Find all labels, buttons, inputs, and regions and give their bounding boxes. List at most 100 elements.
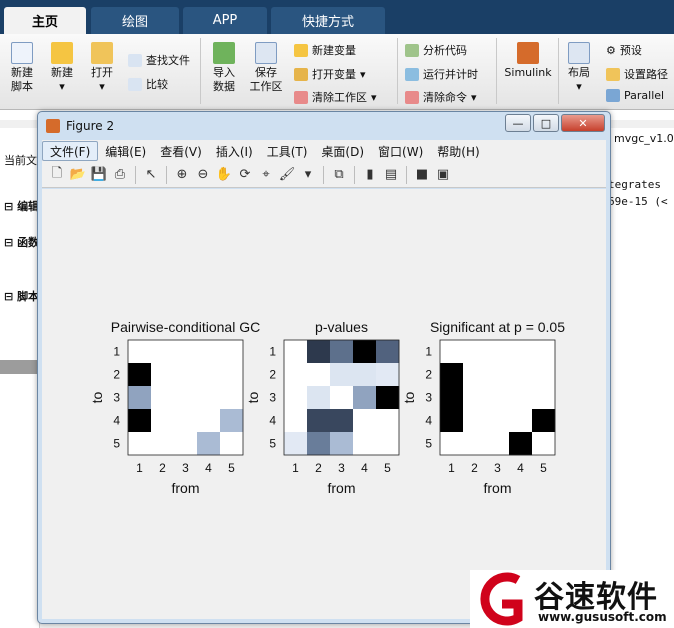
run-and-time-button[interactable]: 运行并计时 xyxy=(405,66,478,82)
minimize-button[interactable]: — xyxy=(505,114,531,132)
y-tick-label: 4 xyxy=(113,414,120,428)
compare-button[interactable]: 比较 xyxy=(128,76,168,92)
heatmap-cell xyxy=(284,432,308,456)
menu-window[interactable]: 窗口(W) xyxy=(371,141,430,161)
tab-shortcuts[interactable]: 快捷方式 xyxy=(271,7,385,34)
menu-help[interactable]: 帮助(H) xyxy=(430,141,486,161)
preferences-button[interactable]: ⚙ 预设 xyxy=(606,42,642,58)
collapse-icon: ⊟ xyxy=(4,200,14,213)
colorbar-icon[interactable]: ▮ xyxy=(361,166,379,184)
brush-icon[interactable]: 🖌 xyxy=(278,166,296,184)
figure-window: Figure 2 — □ ✕ 文件(F) 编辑(E) 查看(V) 插入(I) 工… xyxy=(37,111,611,624)
heatmap-cell xyxy=(330,363,354,387)
rotate-3d-icon[interactable]: ⟳ xyxy=(236,166,254,184)
heatmap-2: p-values 1 2 3 4 5 1 2 3 4 5 from to xyxy=(245,319,400,496)
heatmap-cell xyxy=(376,363,400,387)
scrollbar-thumb[interactable] xyxy=(0,360,40,374)
hide-plot-tools-icon[interactable]: ■ xyxy=(413,166,431,184)
maximize-button[interactable]: □ xyxy=(533,114,559,132)
x-tick-label: 2 xyxy=(315,461,322,475)
open-button[interactable]: 打开 ▾ xyxy=(86,42,118,94)
x-tick-label: 4 xyxy=(361,461,368,475)
clear-workspace-button[interactable]: 清除工作区 ▾ xyxy=(294,89,377,105)
heatmap-cell xyxy=(197,409,221,433)
heatmap-cell xyxy=(486,386,510,410)
open-variable-button[interactable]: 打开变量 ▾ xyxy=(294,66,366,82)
heatmap-cell xyxy=(509,432,533,456)
data-cursor-icon[interactable]: ⌖ xyxy=(257,166,275,184)
heatmap-cell xyxy=(307,409,331,433)
new-script-button[interactable]: 新建 脚本 xyxy=(6,42,38,94)
zoom-in-icon[interactable]: ⊕ xyxy=(173,166,191,184)
layout-button[interactable]: 布局 ▾ xyxy=(563,42,595,94)
menu-tools[interactable]: 工具(T) xyxy=(260,141,315,161)
matlab-icon xyxy=(46,119,60,133)
chevron-down-icon: ▾ xyxy=(59,80,65,93)
heatmap-cell xyxy=(330,340,354,364)
menu-desktop[interactable]: 桌面(D) xyxy=(314,141,371,161)
find-files-button[interactable]: 查找文件 xyxy=(128,52,190,68)
clear-commands-button[interactable]: 清除命令 ▾ xyxy=(405,89,477,105)
chevron-down-icon[interactable]: ▾ xyxy=(299,166,317,184)
heatmap-cell xyxy=(151,340,175,364)
toolbar-divider xyxy=(354,165,355,184)
heatmap-cell xyxy=(220,432,244,456)
analyze-code-button[interactable]: 分析代码 xyxy=(405,42,467,58)
save-icon[interactable]: 💾 xyxy=(90,166,108,184)
heatmap-cell xyxy=(376,409,400,433)
heatmap-cell xyxy=(463,363,487,387)
new-button[interactable]: 新建 ▾ xyxy=(46,42,78,94)
x-tick-label: 5 xyxy=(384,461,391,475)
save-workspace-button[interactable]: 保存 工作区 xyxy=(246,42,286,94)
heatmap-cell xyxy=(486,409,510,433)
set-path-button[interactable]: 设置路径 xyxy=(606,66,668,82)
link-plot-icon[interactable]: ⧉ xyxy=(330,166,348,184)
command-window: mvgc_v1.0 tegrates 69e-15 (< xyxy=(608,128,674,628)
heatmap-1: Pairwise-conditional GC 1 2 3 4 5 1 2 3 4 5 from to xyxy=(89,319,260,496)
close-button[interactable]: ✕ xyxy=(561,114,605,132)
x-axis-label: from xyxy=(172,480,200,496)
folder-icon xyxy=(91,42,113,64)
brand-url: www.gususoft.com xyxy=(538,610,667,624)
chart-title: Significant at p = 0.05 xyxy=(430,319,565,335)
open-variable-label: 打开变量 xyxy=(312,68,356,81)
menu-insert[interactable]: 插入(I) xyxy=(209,141,260,161)
y-tick-label: 4 xyxy=(425,414,432,428)
print-icon[interactable]: ⎙ xyxy=(111,166,129,184)
heatmap-cell xyxy=(220,409,244,433)
menu-view[interactable]: 查看(V) xyxy=(153,141,209,161)
tab-apps[interactable]: APP xyxy=(183,7,267,34)
simulink-button[interactable]: Simulink xyxy=(502,42,554,80)
menu-file[interactable]: 文件(F) xyxy=(42,141,99,161)
legend-icon[interactable]: ▤ xyxy=(382,166,400,184)
functions-label: 函数 xyxy=(17,236,40,249)
heatmap-cell xyxy=(376,386,400,410)
parallel-icon xyxy=(606,89,620,102)
heatmap-cell xyxy=(353,363,377,387)
y-tick-label: 3 xyxy=(425,391,432,405)
current-folder-label: 当前文 xyxy=(4,154,37,167)
pointer-icon[interactable]: ↖ xyxy=(142,166,160,184)
editor-section[interactable]: ⊟ 编辑 xyxy=(4,198,39,214)
save-workspace-icon xyxy=(255,42,277,64)
timer-icon xyxy=(405,67,419,81)
tab-plots[interactable]: 绘图 xyxy=(91,7,179,34)
ribbon-divider xyxy=(496,38,497,104)
open-file-icon[interactable]: 📂 xyxy=(69,166,87,184)
pan-hand-icon[interactable]: ✋ xyxy=(215,166,233,184)
figure-title: Figure 2 xyxy=(66,119,115,133)
script-section[interactable]: ⊟ 脚本 xyxy=(4,288,39,304)
import-data-button[interactable]: 导入 数据 xyxy=(207,42,241,94)
figure-titlebar: Figure 2 xyxy=(46,117,114,135)
parallel-button[interactable]: Parallel xyxy=(606,89,664,102)
new-variable-button[interactable]: 新建变量 xyxy=(294,42,356,58)
show-plot-tools-icon[interactable]: ▣ xyxy=(434,166,452,184)
tab-home[interactable]: 主页 xyxy=(4,7,86,34)
heatmap-cell xyxy=(174,432,198,456)
heatmap-cell xyxy=(532,409,556,433)
zoom-out-icon[interactable]: ⊖ xyxy=(194,166,212,184)
new-figure-icon[interactable]: 🗋 xyxy=(48,166,66,184)
functions-section[interactable]: ⊟ 函数 xyxy=(4,234,39,250)
menu-edit[interactable]: 编辑(E) xyxy=(98,141,153,161)
heatmap-figure: Pairwise-conditional GC1 2 3 4 512345fromtop… xyxy=(89,319,565,496)
